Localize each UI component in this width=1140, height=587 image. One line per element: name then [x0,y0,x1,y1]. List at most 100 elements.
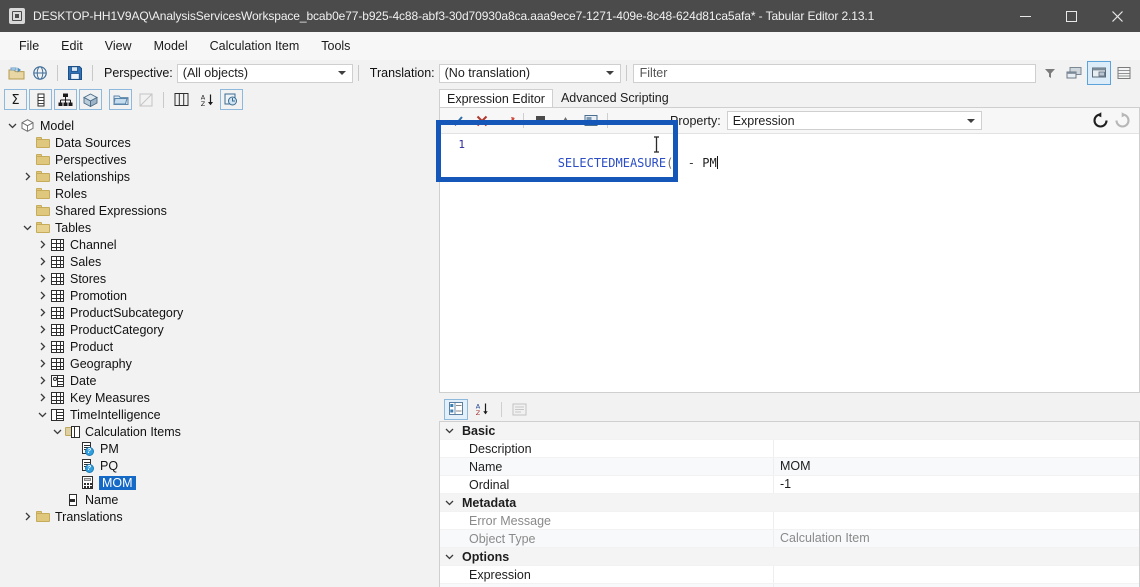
menu-edit[interactable]: Edit [50,35,94,57]
property-category-row[interactable]: Metadata [440,494,1139,512]
tree-node-relationships[interactable]: Relationships [0,168,435,185]
tree-node-roles[interactable]: Roles [0,185,435,202]
tree-node-product[interactable]: Product [0,338,435,355]
code-line-1[interactable]: 1 SELECTEDMEASURE() - PM [441,135,1138,170]
filter-funnel-icon[interactable] [1039,62,1061,84]
model-tree[interactable]: Model Data Sources Perspectives Relationshi… [0,113,435,525]
categorized-view-icon[interactable] [444,398,468,420]
format-dax-icon[interactable] [495,110,518,132]
property-row[interactable]: Description [440,440,1139,458]
navigate-back-icon[interactable] [1089,110,1111,132]
code-text[interactable]: SELECTEDMEASURE() - PM [471,135,718,211]
property-row[interactable]: Name MOM [440,458,1139,476]
new-display-folder-icon[interactable] [109,89,132,110]
chevron-right-icon[interactable] [21,508,34,525]
translation-combobox[interactable]: (No translation) [438,63,621,83]
chevron-down-icon[interactable] [440,548,458,565]
property-row[interactable]: Error Message [440,512,1139,530]
property-pages-icon[interactable] [507,399,531,420]
property-row[interactable]: Ordinal -1 [440,476,1139,494]
tree-node-stores[interactable]: Stores [0,270,435,287]
menu-file[interactable]: File [8,35,50,57]
chevron-down-icon[interactable] [440,494,458,511]
tree-node-data-sources[interactable]: Data Sources [0,134,435,151]
new-hierarchy-icon[interactable] [54,89,77,110]
redo-icon[interactable] [554,110,577,132]
tree-node-key-measures[interactable]: Key Measures [0,389,435,406]
tab-advanced-scripting[interactable]: Advanced Scripting [553,88,677,108]
navigate-forward-icon[interactable] [1111,110,1133,132]
chevron-down-icon[interactable] [51,423,64,440]
tree-node-name[interactable]: Name [0,491,435,508]
display-folders-icon[interactable] [1087,61,1111,85]
property-value[interactable] [773,440,1139,457]
chevron-right-icon[interactable] [36,236,49,253]
menu-tools[interactable]: Tools [310,35,361,57]
zoom-out-icon[interactable] [613,110,636,132]
save-disk-icon[interactable] [64,62,86,84]
tree-node-shared-expressions[interactable]: Shared Expressions [0,202,435,219]
tree-node-date[interactable]: Date [0,372,435,389]
menu-view[interactable]: View [94,35,143,57]
chevron-right-icon[interactable] [36,270,49,287]
tree-node-productsubcategory[interactable]: ProductSubcategory [0,304,435,321]
group-by-icon[interactable] [220,89,243,110]
property-category-row[interactable]: Options [440,548,1139,566]
menu-model[interactable]: Model [143,35,199,57]
chevron-right-icon[interactable] [36,287,49,304]
property-value[interactable] [773,566,1139,583]
property-value[interactable] [773,512,1139,529]
cancel-edit-icon[interactable] [470,110,493,132]
new-column-icon[interactable] [29,89,52,110]
tree-node-perspectives[interactable]: Perspectives [0,151,435,168]
undo-icon[interactable] [529,110,552,132]
close-button[interactable] [1094,0,1140,32]
tree-node-mom[interactable]: MOM [0,474,435,491]
menu-calculation-item[interactable]: Calculation Item [199,35,311,57]
show-all-columns-icon[interactable] [1113,62,1135,84]
tree-node-model[interactable]: Model [0,117,435,134]
tree-node-calculation-items[interactable]: Calculation Items [0,423,435,440]
minimize-button[interactable] [1002,0,1048,32]
chevron-right-icon[interactable] [36,304,49,321]
filter-input[interactable]: Filter [632,63,1036,83]
tree-node-timeintelligence[interactable]: TimeIntelligence [0,406,435,423]
tree-node-translations[interactable]: Translations [0,508,435,525]
tree-node-geography[interactable]: Geography [0,355,435,372]
property-grid[interactable]: Basic Description Name MOM Ordinal -1 Metadata… [439,421,1140,587]
model-explorer-panel[interactable]: Model Data Sources Perspectives Relationshi… [0,113,435,587]
chevron-right-icon[interactable] [21,168,34,185]
chevron-down-icon[interactable] [21,219,34,236]
tree-node-productcategory[interactable]: ProductCategory [0,321,435,338]
chevron-right-icon[interactable] [36,355,49,372]
chevron-right-icon[interactable] [36,338,49,355]
chevron-down-icon[interactable] [36,406,49,423]
property-row[interactable]: Object Type Calculation Item [440,530,1139,548]
show-hidden-objects-icon[interactable] [1063,62,1085,84]
property-value[interactable]: MOM [773,458,1139,475]
sort-alpha-icon[interactable]: A Z [195,89,218,110]
tree-node-pm[interactable]: ? PM [0,440,435,457]
accept-edit-icon[interactable] [445,110,468,132]
globe-refresh-icon[interactable] [29,62,51,84]
chevron-down-icon[interactable] [6,117,19,134]
chevron-right-icon[interactable] [36,372,49,389]
chevron-right-icon[interactable] [36,389,49,406]
delete-object-icon[interactable] [134,89,157,110]
tree-node-tables[interactable]: Tables [0,219,435,236]
property-row[interactable]: Expression [440,566,1139,584]
tree-node-sales[interactable]: Sales [0,253,435,270]
tree-node-promotion[interactable]: Promotion [0,287,435,304]
chevron-right-icon[interactable] [36,321,49,338]
tree-node-pq[interactable]: ? PQ [0,457,435,474]
property-combobox[interactable]: Expression [726,111,982,130]
zoom-in-icon[interactable] [638,110,661,132]
property-value[interactable]: -1 [773,476,1139,493]
chevron-right-icon[interactable] [36,253,49,270]
dax-formatter-icon[interactable] [579,110,602,132]
open-folder-icon[interactable] [5,62,27,84]
show-columns-icon[interactable] [170,89,193,110]
property-category-row[interactable]: Basic [440,422,1139,440]
tree-node-channel[interactable]: Channel [0,236,435,253]
maximize-button[interactable] [1048,0,1094,32]
